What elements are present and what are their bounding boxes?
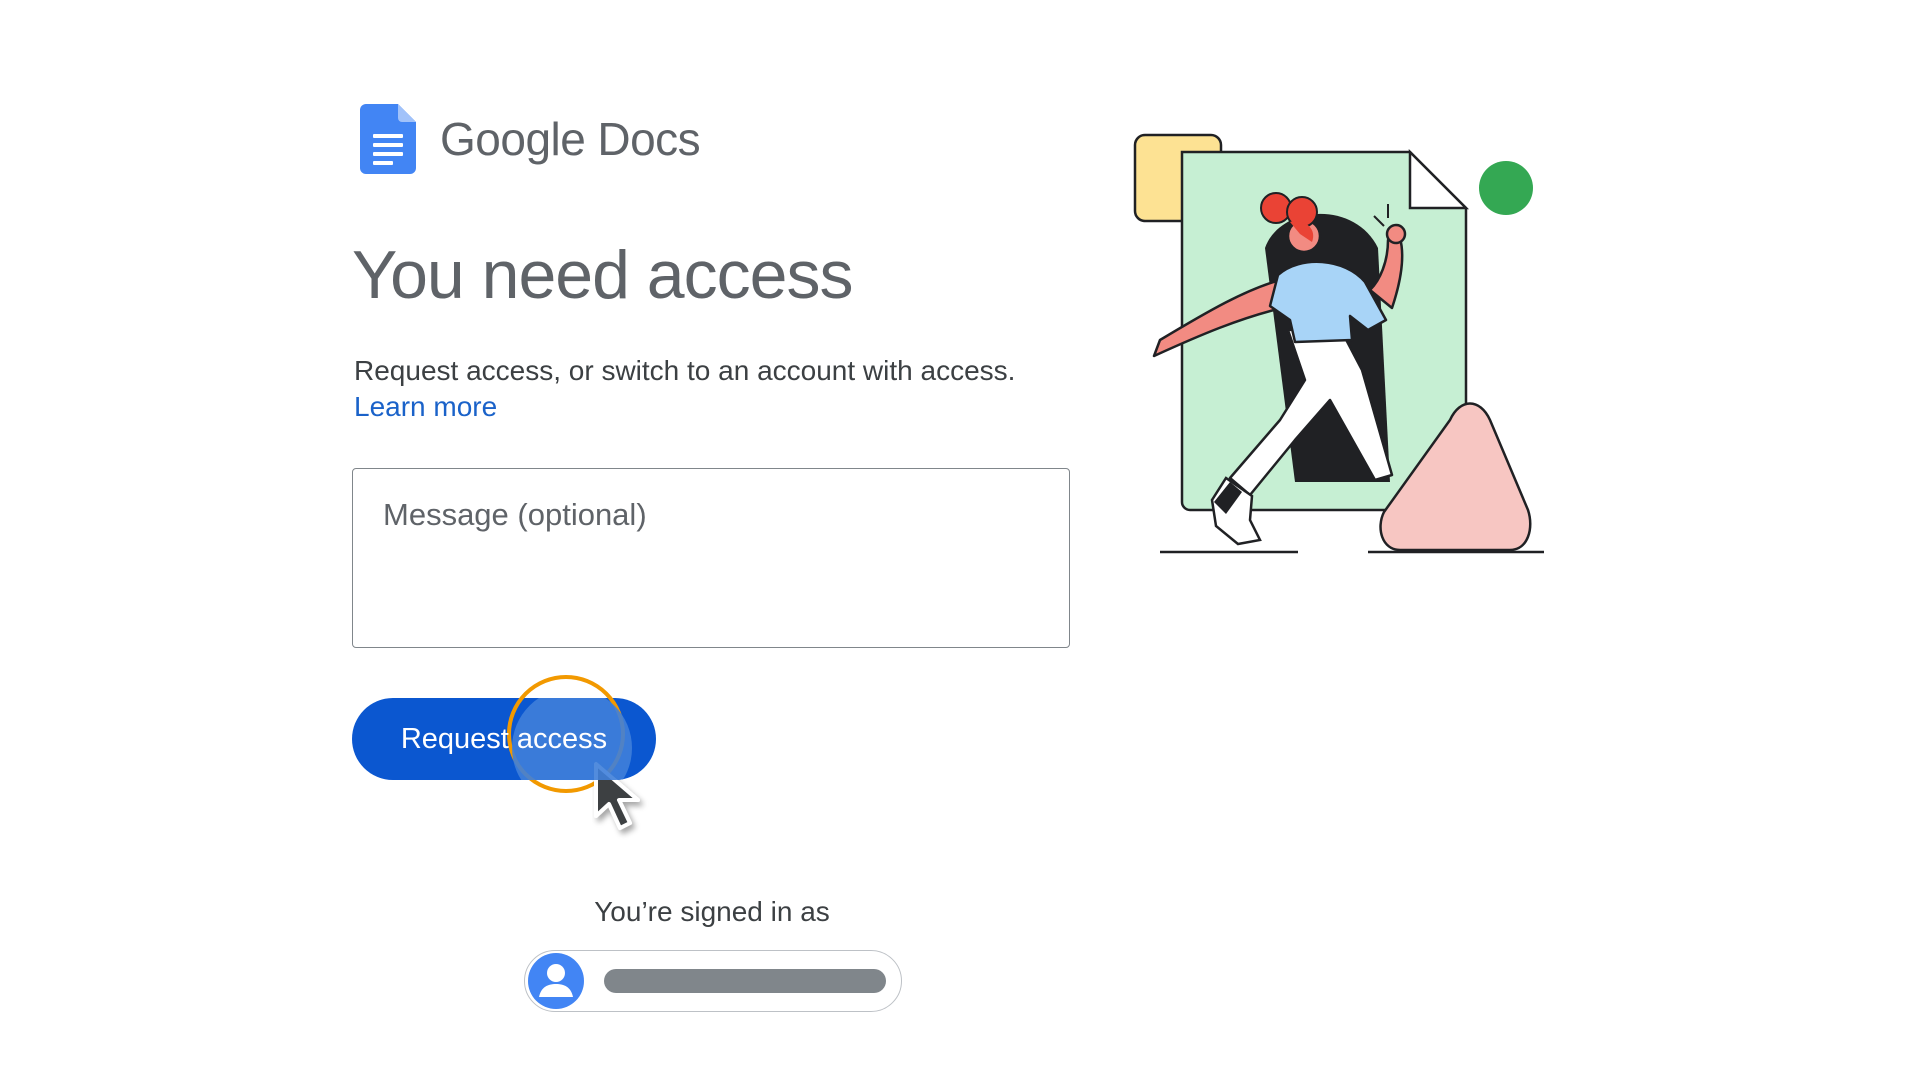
google-docs-logo: Google Docs [360,104,701,174]
brand-google: Google [440,113,586,165]
learn-more-link[interactable]: Learn more [354,391,497,423]
google-docs-icon [360,104,416,174]
access-request-page: Google Docs You need access Request acce… [0,0,1920,1080]
request-access-button[interactable]: Request access [352,698,656,780]
account-chip[interactable] [524,950,902,1012]
brand-name: Google Docs [440,112,701,166]
page-subtitle: Request access, or switch to an account … [354,355,1016,386]
message-input[interactable] [352,468,1070,648]
request-access-label: Request access [400,722,608,755]
brand-product: Docs [597,113,701,165]
page-title: You need access [352,237,853,313]
redacted-account-name [604,969,886,993]
person-icon [528,953,584,1009]
person-walking-through-document-illustration [1133,133,1544,554]
signed-in-label: You’re signed in as [594,896,830,927]
